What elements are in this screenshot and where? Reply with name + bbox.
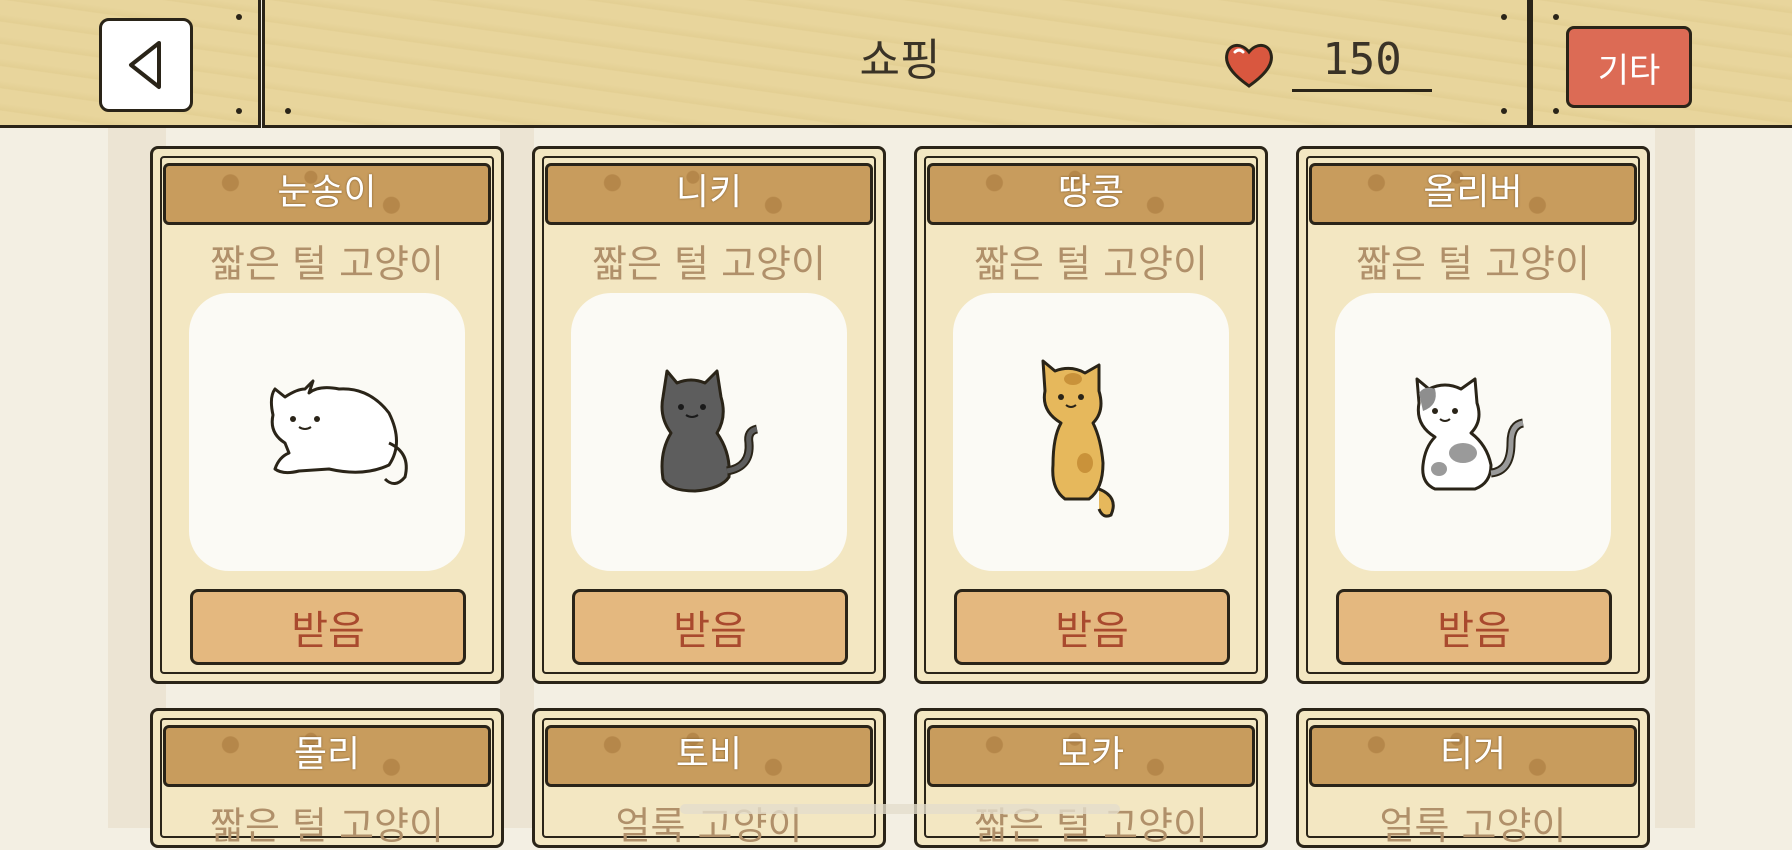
cat-name: 니키 [545,163,873,225]
page-title: 쇼핑 [859,35,941,86]
calico-cat-icon [1415,377,1525,491]
heart-icon [1225,44,1273,88]
get-button[interactable]: 받음 [954,589,1230,665]
cat-card: 땅콩 짧은 털 고양이 받음 [914,146,1268,684]
back-arrow-icon [129,41,161,89]
orange-cat-icon [1041,359,1115,518]
cat-card: 올리버 짧은 털 고양이 받음 [1296,146,1650,684]
cat-card: 니키 짧은 털 고양이 받음 [532,146,886,684]
cat-card: 티거 얼룩 고양이 [1296,708,1650,848]
gray-cat-icon [660,369,759,493]
get-button[interactable]: 받음 [572,589,848,665]
cat-breed: 짧은 털 고양이 [592,242,826,286]
misc-button[interactable]: 기타 [1566,26,1692,108]
top-bar: 쇼핑 150 기타 [0,0,1792,130]
cat-breed: 짧은 털 고양이 [210,804,444,848]
cat-name: 몰리 [163,725,491,787]
hearts-counter: 150 [1292,34,1432,92]
back-button[interactable] [99,18,193,112]
cat-card: 몰리 짧은 털 고양이 [150,708,504,848]
cat-card: 토비 얼룩 고양이 [532,708,886,848]
cat-card: 눈송이 짧은 털 고양이 받음 [150,146,504,684]
get-button[interactable]: 받음 [190,589,466,665]
cat-image[interactable] [571,293,847,571]
cat-name: 땅콩 [927,163,1255,225]
cat-breed: 짧은 털 고양이 [210,242,444,286]
cat-breed: 짧은 털 고양이 [974,242,1208,286]
cat-name: 모카 [927,725,1255,787]
get-button[interactable]: 받음 [1336,589,1612,665]
cat-image[interactable] [953,293,1229,571]
cat-breed: 얼룩 고양이 [1379,804,1567,848]
cat-name: 올리버 [1309,163,1637,225]
cat-breed: 짧은 털 고양이 [1356,242,1590,286]
cat-card: 모카 짧은 털 고양이 [914,708,1268,848]
white-cat-icon [269,379,408,485]
home-indicator[interactable] [680,804,1120,814]
cat-name: 티거 [1309,725,1637,787]
cat-name: 눈송이 [163,163,491,225]
cat-image[interactable] [1335,293,1611,571]
cat-image[interactable] [189,293,465,571]
cat-name: 토비 [545,725,873,787]
